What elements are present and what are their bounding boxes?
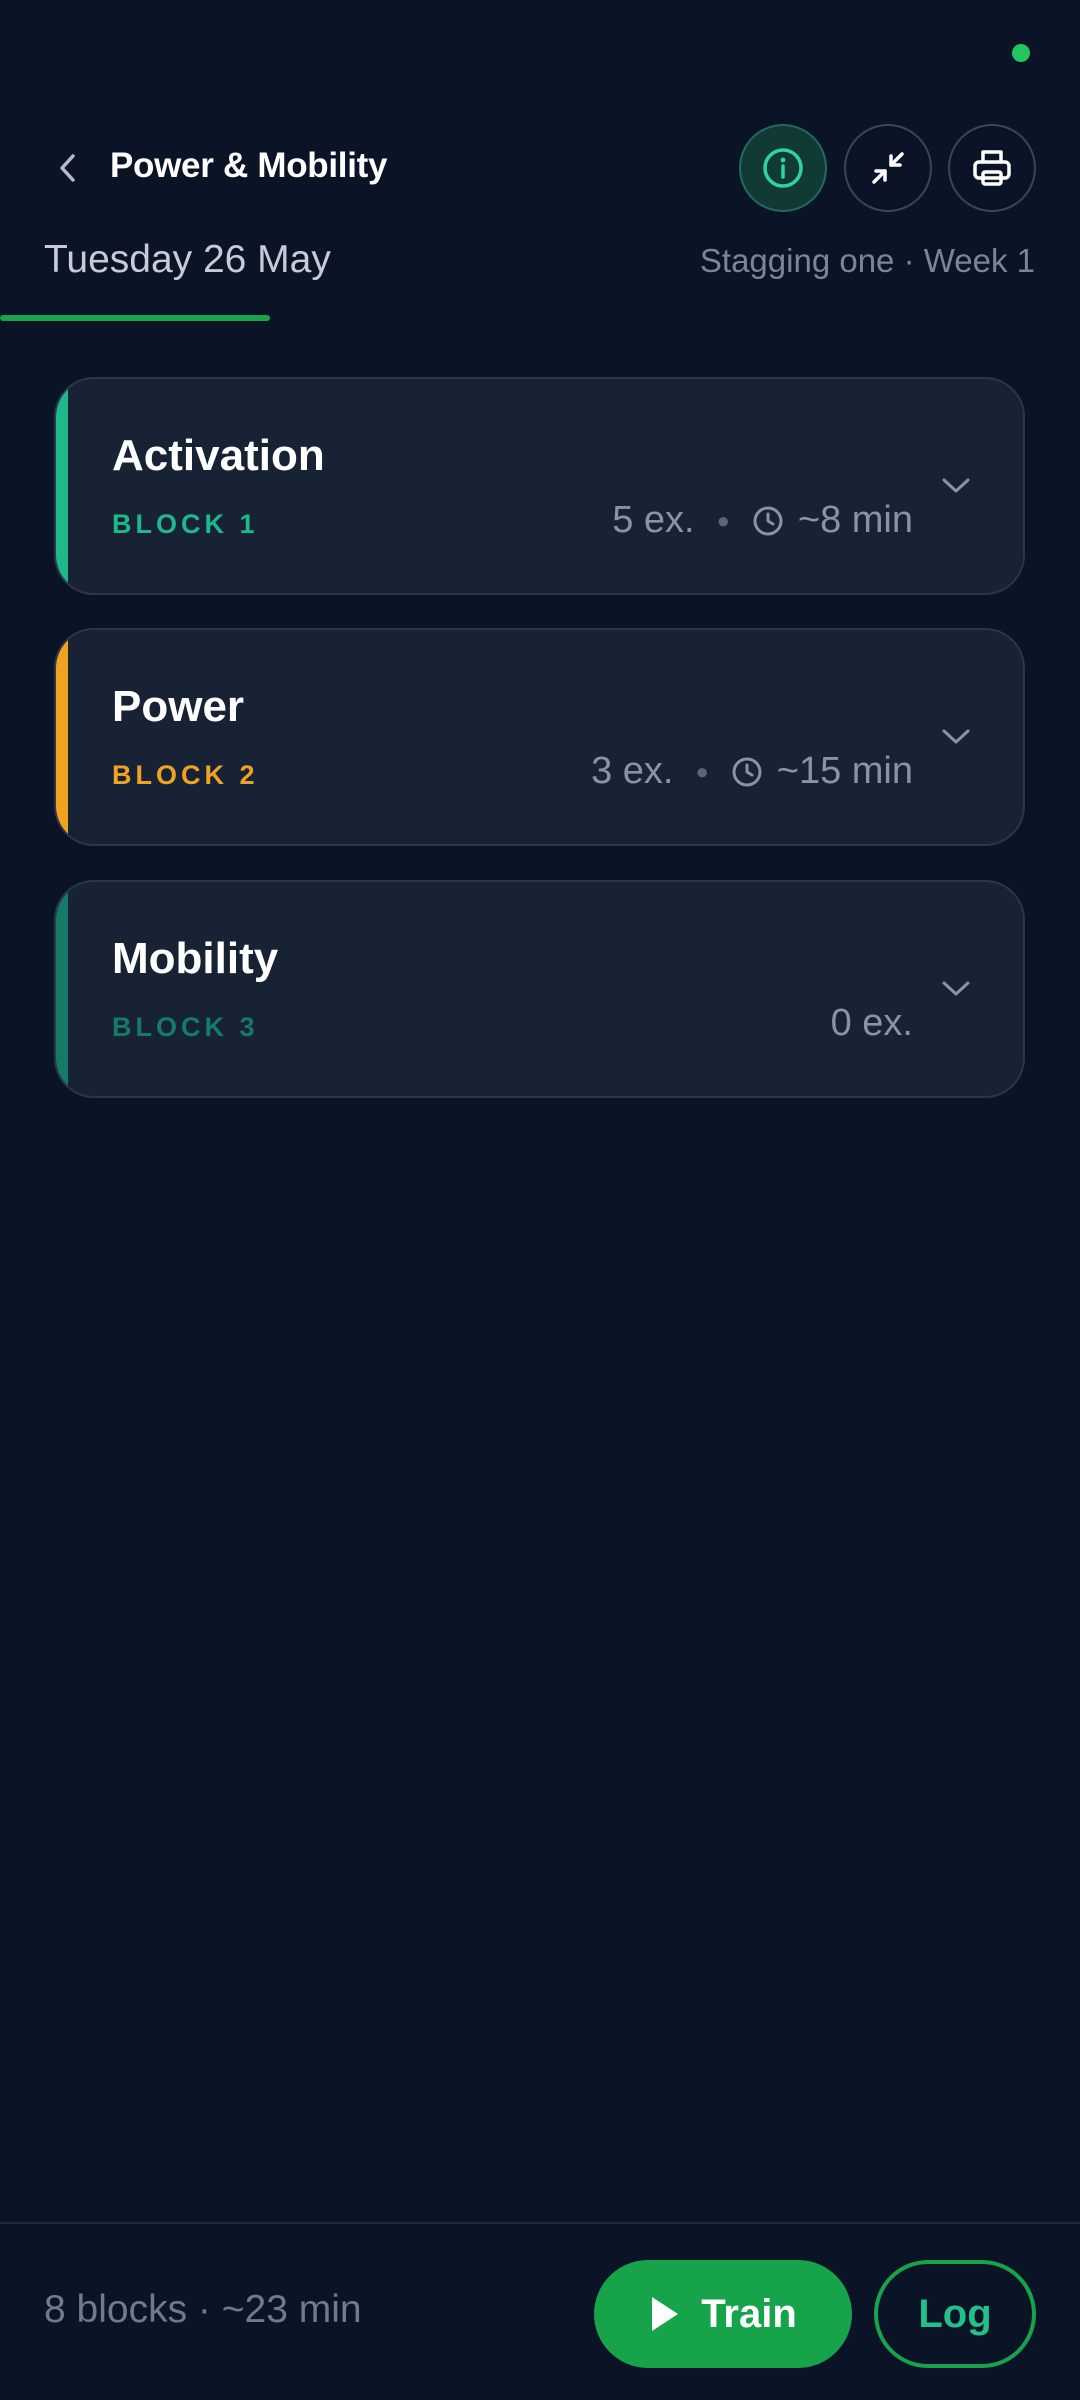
bottom-action-bar: 8 blocks · ~23 min Train Log	[0, 2222, 1080, 2400]
train-button-label: Train	[701, 2291, 797, 2336]
exercise-count: 3 ex.	[591, 750, 674, 792]
info-button[interactable]	[739, 124, 827, 212]
block-duration: ~15 min	[776, 750, 913, 792]
back-button[interactable]	[44, 144, 92, 192]
separator-dot: ●	[716, 507, 730, 533]
train-button[interactable]: Train	[594, 2260, 852, 2368]
collapse-button[interactable]	[844, 124, 932, 212]
printer-icon	[973, 150, 1011, 186]
header: Power & Mobility	[0, 120, 1080, 216]
chevron-down-icon[interactable]	[939, 972, 973, 1006]
block-title: Power	[112, 682, 245, 731]
log-button[interactable]: Log	[874, 2260, 1036, 2368]
info-icon	[763, 148, 803, 188]
collapse-arrows-icon	[872, 152, 904, 184]
active-tab-indicator	[0, 315, 270, 321]
exercise-count: 0 ex.	[830, 1002, 913, 1044]
session-summary: 8 blocks · ~23 min	[44, 2288, 362, 2331]
clock-icon	[752, 505, 784, 537]
block-card-power[interactable]: Power BLOCK 2 3 ex. ● ~15 min	[54, 628, 1025, 846]
log-button-label: Log	[918, 2291, 992, 2336]
play-icon	[652, 2297, 679, 2331]
block-meta: 3 ex. ● ~15 min	[591, 750, 913, 793]
clock-icon	[731, 756, 763, 788]
block-accent-bar	[56, 630, 68, 844]
block-title: Mobility	[112, 934, 279, 983]
separator-dot: ●	[695, 758, 709, 784]
print-button[interactable]	[948, 124, 1036, 212]
exercise-count: 5 ex.	[612, 499, 695, 541]
chevron-left-icon	[60, 154, 75, 182]
block-duration: ~8 min	[797, 499, 913, 541]
block-title: Activation	[112, 431, 325, 480]
block-label: BLOCK 2	[112, 760, 259, 790]
block-card-mobility[interactable]: Mobility BLOCK 3 0 ex.	[54, 880, 1025, 1098]
chevron-down-icon[interactable]	[939, 720, 973, 754]
block-accent-bar	[56, 882, 68, 1096]
workout-day-screen: Power & Mobility Tuesday 26 May Stagging…	[0, 0, 1080, 2400]
block-accent-bar	[56, 379, 68, 593]
chevron-down-icon[interactable]	[939, 469, 973, 503]
block-label: BLOCK 3	[112, 1012, 259, 1042]
date-tab[interactable]: Tuesday 26 May	[44, 238, 331, 282]
block-label: BLOCK 1	[112, 509, 259, 539]
page-title: Power & Mobility	[110, 146, 388, 185]
block-card-activation[interactable]: Activation BLOCK 1 5 ex. ● ~8 min	[54, 377, 1025, 595]
program-week-label: Stagging one · Week 1	[699, 242, 1035, 279]
block-meta: 5 ex. ● ~8 min	[612, 499, 913, 542]
status-indicator-dot	[1012, 44, 1030, 62]
date-row: Tuesday 26 May Stagging one · Week 1	[0, 230, 1080, 321]
block-meta: 0 ex.	[831, 1002, 913, 1045]
